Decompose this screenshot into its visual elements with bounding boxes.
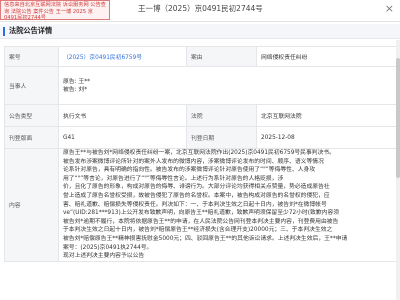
type-value: 执行文书 [58,104,187,127]
table-row: 内容 原告王**与被告刘*网络侵权责任纠纷一案，北京互联网法院作出(2025)京… [4,148,397,262]
case-title: 王一博（2025）京0491民初2744号 [138,4,263,13]
notice-detail-table: 案号 （2025）京0491民初6759号 案由 网络侵权责任纠纷 当事人 原告… [4,46,397,262]
content-line: 论系针对原告，具有明确的指向性。被告发布的涉案微博评论针对原告使用了“"”等侮辱… [63,167,316,174]
content-line: 于本判决生效之日起十日内，被告刘*赔偿原告王**经济损失(含合理开支)20000… [63,227,333,234]
cause-value: 网络侵权责任纠纷 [256,46,397,67]
content-line: 被告刘*赔偿原告王**精神损害抚慰金5000元；四、驳回原告王**的其他诉讼请求… [63,235,348,242]
section-accent-bar [3,27,5,36]
table-row: 刊登版面 G41 刊登日期 2025-12-08 [4,126,397,149]
court-value: 北京互联网法院 [256,104,397,127]
content-line: 被告发布涉案微博评论所针对的案外人发布的微博内容，涉案微博评论发布的时间、顺序、… [63,158,324,165]
content-body: 原告王**与被告刘*网络侵权责任纠纷一案，北京互联网法院作出(2025)京049… [58,148,397,262]
plaintiff-label: 原告: [63,78,77,85]
defendant-value: 刘* [78,86,88,93]
parties-label: 当事人 [4,66,59,105]
cause-label: 案由 [186,46,257,67]
table-row: 当事人 原告: 王** 被告: 刘* [4,66,397,105]
defendant-label: 被告: [63,86,77,93]
content-line: 用了“"”等言论，对原告进行了“"”等侮辱性言论。上述行为系针对原告的人格贬损，… [63,175,284,182]
date-value: 2025-12-08 [256,126,397,149]
content-line: 现对上述判决主要内容予以公告 [63,253,145,260]
type-label: 公告类型 [4,104,59,127]
content-line: 原告王**与被告刘*网络侵权责任纠纷一案，北京互联网法院作出(2025)京049… [63,150,335,156]
plaintiff-value: 王** [78,78,90,85]
content-line: 誉上造成了原告名誉权受损，故被告侵犯了原告的名誉权。本案中，被告构成对原告的名誉… [63,192,330,199]
court-label: 法院 [186,104,257,127]
parties-value: 原告: 王** 被告: 刘* [58,66,397,105]
table-row: 案号 （2025）京0491民初6759号 案由 网络侵权责任纠纷 [4,46,397,67]
top-bar: 信息来自北京互联网法院 诉讼服务网 公告查询 法院公告 案件公告 王一博 202… [0,0,400,22]
date-label: 刊登日期 [186,126,257,149]
content-label: 内容 [4,148,59,262]
table-row: 公告类型 执行文书 法院 北京互联网法院 [4,104,397,127]
venue-value: G41 [58,126,187,149]
case-no-link[interactable]: （2025）京0491民初6759号 [58,46,187,67]
close-icon[interactable]: × [385,3,394,15]
content-line: 价，且化了原告的形象，构成对原告的侮辱、诽谤行为。大部分评论均获得相关点赞量，势… [63,184,330,191]
plaintiff-line: 原告: 王** [63,78,392,86]
defendant-line: 被告: 刘* [63,86,392,94]
source-stamp: 信息来自北京互联网法院 诉讼服务网 公告查询 法院公告 案件公告 王一博 202… [0,0,110,20]
case-no-label: 案号 [4,46,59,67]
section-header: 法院公告详情 [0,24,400,39]
content-line: ve”(UID:281***913)上公开发布致歉声明，向原告王**赔礼道歉，致… [63,210,340,217]
venue-label: 刊登版面 [4,126,59,149]
scrollbar-thumb[interactable] [396,58,400,178]
section-title: 法院公告详情 [9,26,53,35]
content-line: 被告刘*逾期不履行，本院将依据原告王**的申请，在人民法院公告网刊登本判决主要内… [63,218,339,225]
content-line: 案号：(2025)京0491执2744号。 [63,244,153,251]
content-line: 害、赔礼道歉、赔偿损失等侵权责任。判决如下：一、于本判决生效之日起十日内，被告刘… [63,201,327,208]
